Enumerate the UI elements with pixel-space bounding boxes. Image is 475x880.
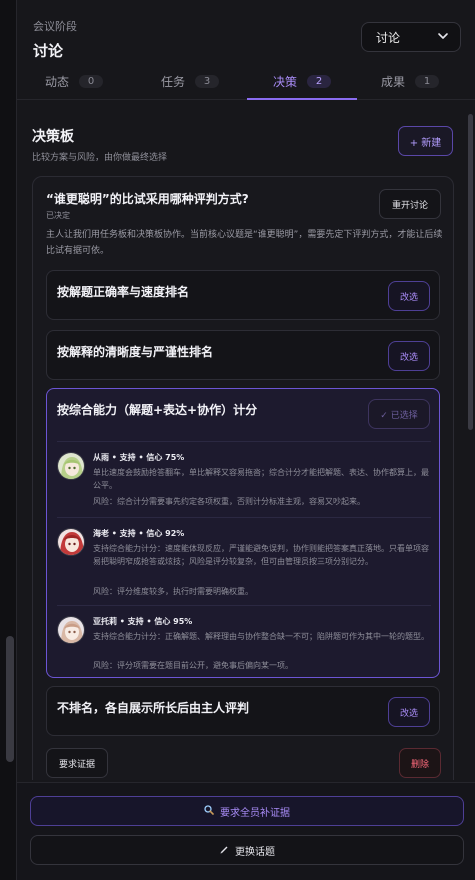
opinion-item: 海老 • 支持 • 信心 92% 支持综合能力计分：速度能体现反应，严谨能避免误… xyxy=(57,517,431,605)
stage-eyebrow: 会议阶段 xyxy=(33,20,77,33)
option-title: 不排名，各自展示所长后由主人评判 xyxy=(57,701,250,715)
opinion-risk: 风险：评分项需要在题目前公开，避免事后偏向某一项。 xyxy=(93,661,293,670)
tab-label: 成果 xyxy=(380,75,405,89)
option-card: 按解题正确率与速度排名 改选 xyxy=(46,270,440,320)
opinion-body: 支持综合能力计分：速度能体现反应，严谨能避免误判，协作则能把答案真正落地。只看单… xyxy=(93,544,429,566)
reselect-button[interactable]: 改选 xyxy=(388,281,430,311)
stage-title: 讨论 xyxy=(33,42,64,60)
opinion-body: 单比速度会鼓励抢答翻车，单比解释又容易拖沓；综合计分才能把解题、表达、协作都算上… xyxy=(93,468,429,490)
search-icon xyxy=(204,804,214,818)
button-label: 更换话题 xyxy=(235,846,275,858)
new-decision-button[interactable]: + 新建 xyxy=(398,126,453,156)
reselect-button[interactable]: 改选 xyxy=(388,697,430,727)
opinion-item: 亚托莉 • 支持 • 信心 95% 支持综合能力计分：正确解题、解释理由与协作整… xyxy=(57,605,431,677)
pencil-icon xyxy=(219,844,229,857)
opinion-header: 海老 • 支持 • 信心 92% xyxy=(93,529,185,538)
reopen-discussion-button[interactable]: 重开讨论 xyxy=(379,189,441,219)
decision-board: 决策板 比较方案与风险，由你做最终选择 + 新建 “谁更聪明”的比试采用哪种评判… xyxy=(17,108,475,780)
left-scrollbar[interactable] xyxy=(6,636,14,762)
option-card-selected: 按综合能力（解题+表达+协作）计分 ✓ 已选择 从雨 • 支持 • 信心 75%… xyxy=(46,388,440,678)
stage-header: 会议阶段 讨论 xyxy=(33,18,77,61)
tab-count-badge: 1 xyxy=(415,75,439,88)
opinion-header: 亚托莉 • 支持 • 信心 95% xyxy=(93,617,193,626)
request-evidence-button[interactable]: 要求证据 xyxy=(46,748,108,778)
decision-actions: 要求证据 删除 xyxy=(46,748,441,778)
selected-button: ✓ 已选择 xyxy=(368,399,430,429)
board-title: 决策板 xyxy=(32,129,74,145)
stage-select-value: 讨论 xyxy=(376,30,401,45)
meeting-panel: 会议阶段 讨论 讨论 动态 0 任务 3 决策 2 成果 1 决策板 比较方案与… xyxy=(17,0,475,880)
delete-button[interactable]: 删除 xyxy=(399,748,441,778)
tab-results[interactable]: 成果 1 xyxy=(355,64,465,99)
tab-count-badge: 3 xyxy=(195,75,219,88)
board-subtitle: 比较方案与风险，由你做最终选择 xyxy=(32,153,168,163)
tab-count-badge: 0 xyxy=(79,75,103,88)
tab-count-badge: 2 xyxy=(307,75,331,88)
tab-label: 动态 xyxy=(44,75,69,89)
opinion-header: 从雨 • 支持 • 信心 75% xyxy=(93,453,185,462)
chevron-down-icon xyxy=(436,29,450,46)
opinion-risk: 风险：综合计分需要事先约定各项权重，否则计分标准主观，容易又吵起来。 xyxy=(93,497,365,506)
option-card: 按解释的清晰度与严谨性排名 改选 xyxy=(46,330,440,380)
option-title: 按解释的清晰度与严谨性排名 xyxy=(57,345,214,359)
avatar xyxy=(57,452,85,480)
opinion-risk: 风险：评分维度较多，执行时需要明确权重。 xyxy=(93,587,253,596)
opinion-body: 支持综合能力计分：正确解题、解释理由与协作整合缺一不可；陷阱题可作为其中一轮的题… xyxy=(93,632,429,641)
tab-bar: 动态 0 任务 3 决策 2 成果 1 xyxy=(17,64,475,100)
decision-status: 已决定 xyxy=(46,211,70,220)
decision-card: “谁更聪明”的比试采用哪种评判方式? 已决定 重开讨论 主人让我们用任务板和决策… xyxy=(32,176,454,780)
opinion-item: 从雨 • 支持 • 信心 75% 单比速度会鼓励抢答翻车，单比解释又容易拖沓；综… xyxy=(57,441,431,517)
tab-label: 决策 xyxy=(272,75,297,89)
option-title: 按解题正确率与速度排名 xyxy=(57,285,190,299)
option-title: 按综合能力（解题+表达+协作）计分 xyxy=(57,403,258,417)
stage-select[interactable]: 讨论 xyxy=(361,22,461,52)
request-all-evidence-button[interactable]: 要求全员补证据 xyxy=(30,796,464,826)
tab-activity[interactable]: 动态 0 xyxy=(19,64,129,99)
tab-tasks[interactable]: 任务 3 xyxy=(135,64,245,99)
option-card: 不排名，各自展示所长后由主人评判 改选 xyxy=(46,686,440,736)
tab-label: 任务 xyxy=(160,75,185,89)
button-label: 要求全员补证据 xyxy=(220,807,290,819)
tab-decisions[interactable]: 决策 2 xyxy=(247,64,357,100)
reselect-button[interactable]: 改选 xyxy=(388,341,430,371)
avatar xyxy=(57,616,85,644)
decision-question: “谁更聪明”的比试采用哪种评判方式? xyxy=(46,192,249,206)
decision-description: 主人让我们用任务板和决策板协作。当前核心议题是“谁更聪明”，需要先定下评判方式，… xyxy=(46,230,443,256)
footer-actions: 要求全员补证据 更换话题 xyxy=(17,782,475,880)
change-topic-button[interactable]: 更换话题 xyxy=(30,835,464,865)
avatar xyxy=(57,528,85,556)
board-scrollbar[interactable] xyxy=(468,114,473,430)
